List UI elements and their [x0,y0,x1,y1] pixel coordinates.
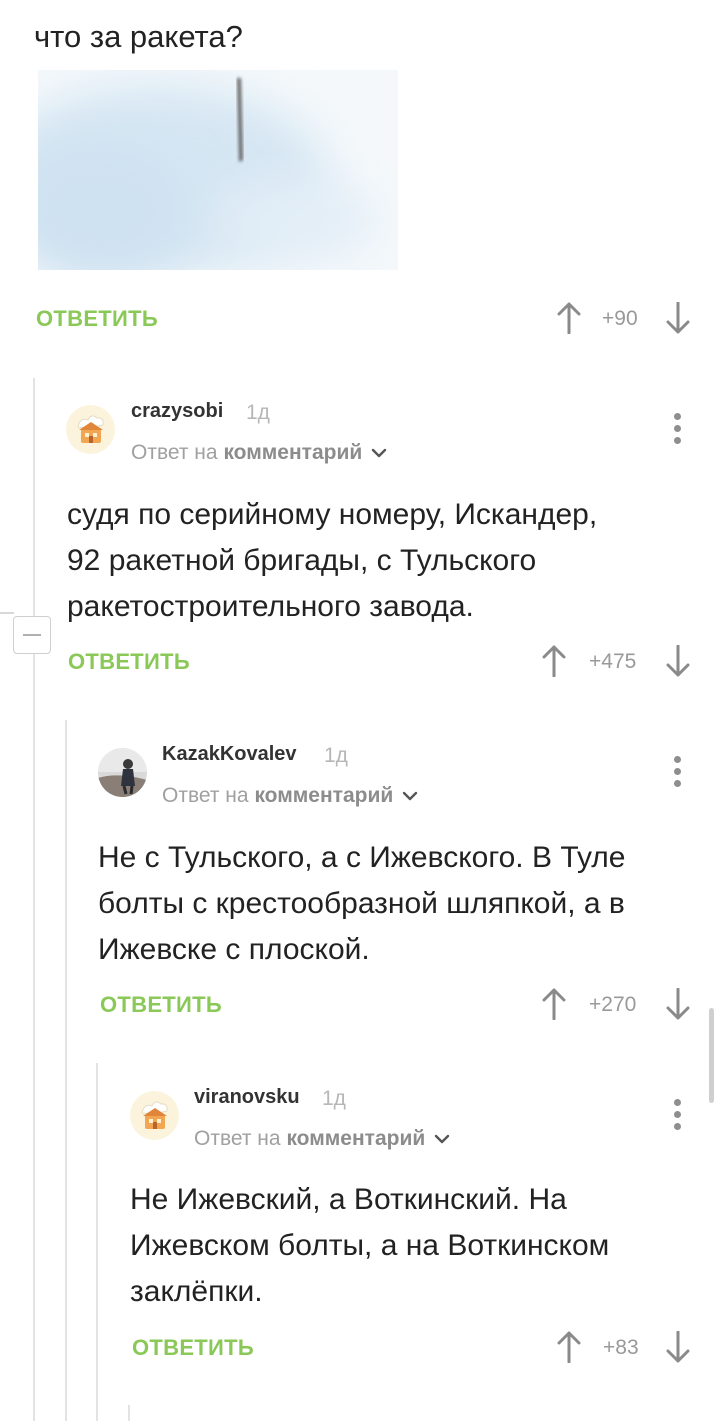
reply-to-info: Ответ на комментарий [194,1127,450,1151]
chevron-down-icon[interactable] [434,1127,450,1151]
comment-username[interactable]: viranovsku [194,1086,300,1109]
post-image[interactable] [38,70,398,270]
comment-reply-button[interactable]: ОТВЕТИТЬ [132,1335,254,1361]
comment-age: 1д [246,401,270,424]
comment-reply-button[interactable]: ОТВЕТИТЬ [100,992,222,1018]
chevron-down-icon[interactable] [371,441,387,465]
collapse-connector [0,612,14,614]
arrow-up-icon[interactable] [541,645,567,677]
collapse-thread-button[interactable] [13,616,51,654]
comment-username[interactable]: crazysobi [131,400,223,423]
arrow-down-icon[interactable] [665,1331,691,1363]
thread-line-level-1[interactable] [33,378,35,1421]
reply-to-prefix: Ответ на [162,784,249,807]
comment-text: Не с Тульского, а с Ижевского. В Туле бо… [98,841,626,966]
avatar[interactable] [130,1091,179,1140]
arrow-up-icon[interactable] [541,988,567,1020]
comment-score: +475 [589,650,637,673]
reply-to-info: Ответ на комментарий [162,784,418,808]
avatar[interactable] [66,405,115,454]
comment-reply-button[interactable]: ОТВЕТИТЬ [68,649,190,675]
comment-score: +83 [603,1336,639,1359]
comment-text: Не Ижевский, а Воткинский. На Ижевском б… [130,1183,610,1308]
avatar[interactable] [98,748,147,797]
reply-to-link[interactable]: комментарий [286,1127,425,1150]
comment-username[interactable]: KazakKovalev [162,743,297,766]
reply-to-info: Ответ на комментарий [131,441,387,465]
thread-line-level-2[interactable] [65,720,67,1421]
scrollbar-thumb[interactable] [709,1008,714,1103]
reply-to-prefix: Ответ на [194,1127,281,1150]
comment-score: +270 [589,993,637,1016]
reply-to-link[interactable]: комментарий [223,441,362,464]
post-reply-button[interactable]: ОТВЕТИТЬ [36,306,158,332]
arrow-down-icon[interactable] [665,645,691,677]
kebab-menu-icon[interactable] [674,1099,682,1135]
arrow-up-icon[interactable] [556,1331,582,1363]
thread-line-level-4[interactable] [128,1405,130,1421]
reply-to-link[interactable]: комментарий [254,784,393,807]
comment-age: 1д [322,1087,346,1110]
chevron-down-icon[interactable] [402,784,418,808]
thread-line-level-3[interactable] [96,1063,98,1421]
post-text: что за ракета? [34,19,243,54]
comment-age: 1д [324,744,348,767]
kebab-menu-icon[interactable] [674,413,682,449]
post-score: +90 [602,307,638,330]
reply-to-prefix: Ответ на [131,441,218,464]
arrow-down-icon[interactable] [665,302,691,334]
arrow-up-icon[interactable] [556,302,582,334]
kebab-menu-icon[interactable] [674,756,682,792]
comment-text: судя по серийному номеру, Искандер, 92 р… [67,498,598,623]
arrow-down-icon[interactable] [665,988,691,1020]
